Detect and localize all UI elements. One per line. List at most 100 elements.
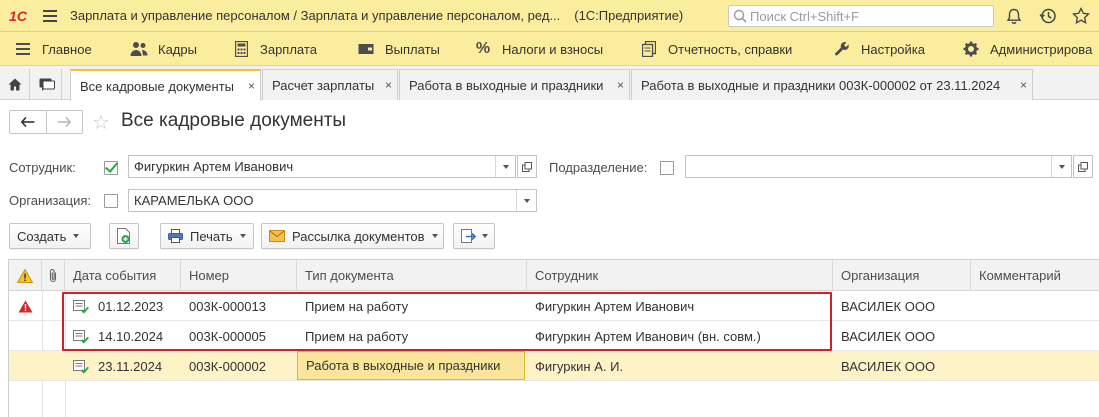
close-icon[interactable]: × <box>1020 78 1027 92</box>
column-doc-type[interactable]: Тип документа <box>297 260 527 291</box>
employee-label: Сотрудник: <box>9 160 76 175</box>
menu-label: Администрирова <box>990 41 1093 57</box>
navigation-buttons <box>9 110 83 134</box>
menu-label: Отчетность, справки <box>668 41 793 57</box>
tab-label: Работа в выходные и праздники 003К-00000… <box>641 77 1001 93</box>
title-bar: 1С Зарплата и управление персоналом / За… <box>0 0 1099 32</box>
row-number-cell: 003К-000002 <box>189 358 266 374</box>
close-icon[interactable]: × <box>385 78 392 92</box>
mailing-button[interactable]: Рассылка документов <box>261 223 444 249</box>
tab-weekend-work-document[interactable]: Работа в выходные и праздники 003К-00000… <box>631 69 1033 100</box>
column-comment[interactable]: Комментарий <box>971 260 1099 291</box>
global-search[interactable] <box>728 5 994 27</box>
tab-weekend-work[interactable]: Работа в выходные и праздники × <box>399 69 630 100</box>
hamburger-icon <box>14 40 32 58</box>
search-icon <box>733 9 747 23</box>
date-value: 23.11.2024 <box>98 358 163 374</box>
close-icon[interactable]: × <box>617 78 624 92</box>
tab-label: Расчет зарплаты <box>272 77 375 93</box>
print-label: Печать <box>190 228 233 244</box>
menu-settings[interactable]: Настройка <box>833 32 925 66</box>
row-date-cell: 23.11.2024 <box>65 351 181 381</box>
export-icon <box>461 228 477 244</box>
menu-label: Главное <box>42 41 92 57</box>
history-icon[interactable] <box>1038 6 1058 26</box>
chevron-down-icon[interactable] <box>495 156 515 177</box>
export-button[interactable] <box>453 223 495 249</box>
create-label: Создать <box>17 228 67 244</box>
organization-field[interactable]: КАРАМЕЛЬКА ООО <box>128 189 537 212</box>
department-field[interactable] <box>685 155 1072 178</box>
main-menu: Главное Кадры Зарплата Выплаты % Налоги … <box>0 32 1099 66</box>
column-employee[interactable]: Сотрудник <box>527 260 833 291</box>
1c-logo[interactable]: 1С <box>0 0 36 32</box>
menu-administration[interactable]: Администрирова <box>962 32 1092 66</box>
department-checkbox[interactable] <box>660 161 674 175</box>
menu-taxes[interactable]: % Налоги и взносы <box>474 32 603 66</box>
table-header: Дата события Номер Тип документа Сотрудн… <box>9 260 1099 291</box>
chat-icon[interactable] <box>32 69 62 100</box>
department-label: Подразделение: <box>549 160 648 175</box>
error-triangle-icon <box>9 291 42 321</box>
column-date[interactable]: Дата события <box>65 260 181 291</box>
chevron-down-icon <box>482 234 488 238</box>
highlight-frame <box>62 292 832 351</box>
employee-field[interactable]: Фигуркин Артем Иванович <box>128 155 516 178</box>
calculator-icon <box>232 40 250 58</box>
row-comment-cell <box>971 321 1099 351</box>
wrench-icon <box>833 40 851 58</box>
search-input[interactable] <box>750 8 980 24</box>
back-arrow-icon[interactable] <box>10 111 47 133</box>
column-number[interactable]: Номер <box>181 260 297 291</box>
row-organization-cell: ВАСИЛЕК ООО <box>841 328 936 344</box>
organization-value: КАРАМЕЛЬКА ООО <box>134 193 254 208</box>
menu-label: Выплаты <box>385 41 440 57</box>
column-organization[interactable]: Организация <box>833 260 971 291</box>
attachment-column-icon[interactable] <box>42 260 65 291</box>
logo-text: 1С <box>9 7 27 24</box>
menu-reports[interactable]: Отчетность, справки <box>640 32 792 66</box>
chevron-down-icon[interactable] <box>1051 156 1071 177</box>
row-type-cell-focused[interactable]: Работа в выходные и праздники <box>297 351 525 380</box>
star-icon[interactable] <box>1071 6 1091 26</box>
close-icon[interactable]: × <box>248 79 255 93</box>
employee-value: Фигуркин Артем Иванович <box>134 159 294 174</box>
menu-label: Настройка <box>861 41 925 57</box>
organization-label: Организация: <box>9 193 92 208</box>
chevron-down-icon <box>239 234 246 238</box>
new-document-icon <box>117 228 130 244</box>
menu-salary[interactable]: Зарплата <box>232 32 317 66</box>
employee-checkbox[interactable] <box>104 161 118 175</box>
create-button[interactable]: Создать <box>9 223 91 249</box>
forward-arrow-icon[interactable] <box>47 111 83 133</box>
open-icon[interactable] <box>517 155 537 178</box>
mailing-label: Рассылка документов <box>292 228 425 244</box>
row-comment-cell <box>971 351 1099 381</box>
chevron-down-icon <box>73 234 80 238</box>
open-icon[interactable] <box>1073 155 1093 178</box>
envelope-icon <box>269 230 285 242</box>
wallet-icon <box>357 40 375 58</box>
tab-salary-calculation[interactable]: Расчет зарплаты × <box>262 69 398 100</box>
menu-main[interactable]: Главное <box>14 32 92 66</box>
row-employee-cell: Фигуркин А. И. <box>535 358 624 374</box>
chevron-down-icon <box>431 234 438 238</box>
organization-checkbox[interactable] <box>104 194 118 208</box>
home-icon[interactable] <box>0 69 30 100</box>
table-row-selected[interactable]: 23.11.2024 003К-000002 Работа в выходные… <box>9 351 1099 381</box>
tab-all-hr-documents[interactable]: Все кадровые документы × <box>70 69 261 101</box>
posted-document-icon <box>73 359 89 374</box>
warning-column-icon[interactable] <box>9 260 42 291</box>
copy-document-button[interactable] <box>109 223 139 249</box>
favorite-star-icon[interactable]: ☆ <box>92 110 110 135</box>
percent-icon: % <box>475 40 491 57</box>
bell-icon[interactable] <box>1004 6 1024 26</box>
window-title: Зарплата и управление персоналом / Зарпл… <box>70 8 561 23</box>
page-title: Все кадровые документы <box>121 110 347 131</box>
row-organization-cell: ВАСИЛЕК ООО <box>841 358 936 374</box>
chevron-down-icon[interactable] <box>516 190 536 211</box>
menu-personnel[interactable]: Кадры <box>130 32 197 66</box>
hamburger-icon[interactable] <box>36 0 64 32</box>
menu-payments[interactable]: Выплаты <box>357 32 440 66</box>
print-button[interactable]: Печать <box>160 223 254 249</box>
